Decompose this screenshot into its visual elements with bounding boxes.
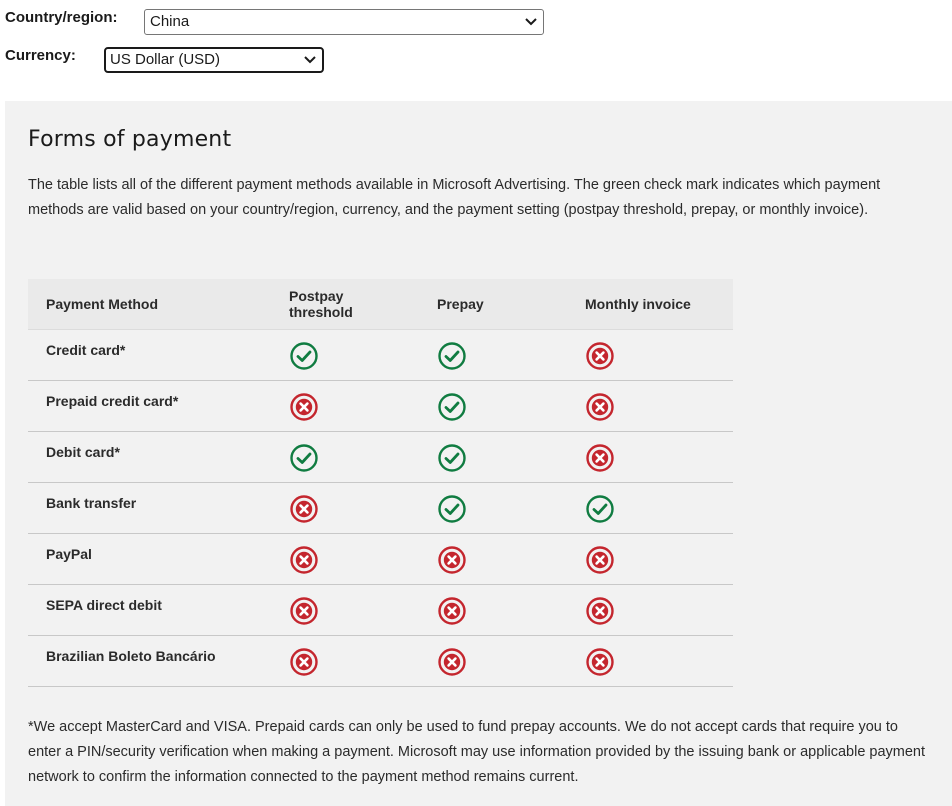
x-circle-icon	[438, 647, 466, 676]
status-cell-prepay	[437, 329, 585, 380]
table-row: Prepaid credit card*	[28, 380, 733, 431]
x-circle-icon	[290, 545, 318, 574]
status-cell-postpay	[289, 482, 437, 533]
status-cell-postpay	[289, 635, 437, 686]
x-circle-icon	[586, 545, 614, 574]
section-description: The table lists all of the different pay…	[28, 177, 881, 218]
check-circle-icon	[438, 341, 466, 370]
payment-method-name: Brazilian Boleto Bancário	[46, 647, 216, 664]
status-cell-prepay	[437, 584, 585, 635]
status-cell-postpay	[289, 533, 437, 584]
table-row: SEPA direct debit	[28, 584, 733, 635]
status-cell-monthly	[585, 431, 733, 482]
status-cell-postpay	[289, 584, 437, 635]
table-body: Credit card* Prepaid credit card* Debit ca…	[28, 329, 733, 686]
header-postpay-threshold: Postpay threshold	[289, 279, 437, 329]
payment-method-name: Bank transfer	[46, 494, 137, 511]
country-label: Country/region:	[5, 9, 118, 26]
status-cell-postpay	[289, 329, 437, 380]
check-circle-icon	[438, 443, 466, 472]
table-row: PayPal	[28, 533, 733, 584]
header-payment-method: Payment Method	[46, 295, 159, 312]
status-cell-prepay	[437, 533, 585, 584]
status-cell-prepay	[437, 380, 585, 431]
status-cell-monthly	[585, 329, 733, 380]
status-cell-prepay	[437, 431, 585, 482]
status-cell-monthly	[585, 584, 733, 635]
status-cell-monthly	[585, 533, 733, 584]
header-postpay-threshold-text: Postpay threshold	[289, 287, 353, 320]
check-circle-icon	[438, 392, 466, 421]
footnote: *We accept MasterCard and VISA. Prepaid …	[28, 719, 926, 785]
payment-methods-table: Payment Method Postpay threshold Prepay …	[28, 279, 733, 687]
x-circle-icon	[586, 392, 614, 421]
x-circle-icon	[586, 443, 614, 472]
status-cell-postpay	[289, 431, 437, 482]
country-select[interactable]: China	[144, 9, 544, 35]
header-prepay: Prepay	[437, 295, 484, 312]
currency-selected-value: US Dollar (USD)	[110, 51, 221, 68]
status-cell-monthly	[585, 380, 733, 431]
payment-method-name: Prepaid credit card*	[46, 392, 179, 409]
country-filter-row: Country/region:	[5, 9, 118, 26]
x-circle-icon	[586, 341, 614, 370]
status-cell-prepay	[437, 482, 585, 533]
status-cell-prepay	[437, 635, 585, 686]
x-circle-icon	[586, 596, 614, 625]
x-circle-icon	[586, 647, 614, 676]
payment-method-name: SEPA direct debit	[46, 596, 162, 613]
check-circle-icon	[290, 341, 318, 370]
status-cell-postpay	[289, 380, 437, 431]
chevron-down-icon	[525, 18, 537, 26]
check-circle-icon	[290, 443, 318, 472]
table-row: Credit card*	[28, 329, 733, 380]
currency-filter-row: Currency:	[5, 47, 76, 64]
table-row: Debit card*	[28, 431, 733, 482]
check-circle-icon	[586, 494, 614, 523]
payment-method-name: PayPal	[46, 545, 92, 562]
currency-label: Currency:	[5, 47, 76, 64]
country-selected-value: China	[150, 13, 190, 30]
table-header-row: Payment Method Postpay threshold Prepay …	[28, 279, 733, 329]
x-circle-icon	[438, 596, 466, 625]
x-circle-icon	[290, 392, 318, 421]
status-cell-monthly	[585, 482, 733, 533]
x-circle-icon	[290, 596, 318, 625]
header-monthly-invoice: Monthly invoice	[585, 295, 691, 312]
forms-of-payment-panel: Forms of payment The table lists all of …	[5, 101, 952, 806]
currency-select[interactable]: US Dollar (USD)	[104, 47, 324, 73]
x-circle-icon	[438, 545, 466, 574]
check-circle-icon	[438, 494, 466, 523]
section-title: Forms of payment	[28, 127, 232, 152]
chevron-down-icon	[304, 56, 316, 64]
x-circle-icon	[290, 647, 318, 676]
payment-method-name: Credit card*	[46, 341, 126, 358]
table-row: Bank transfer	[28, 482, 733, 533]
status-cell-monthly	[585, 635, 733, 686]
payment-method-name: Debit card*	[46, 443, 120, 460]
x-circle-icon	[290, 494, 318, 523]
table-row: Brazilian Boleto Bancário	[28, 635, 733, 686]
